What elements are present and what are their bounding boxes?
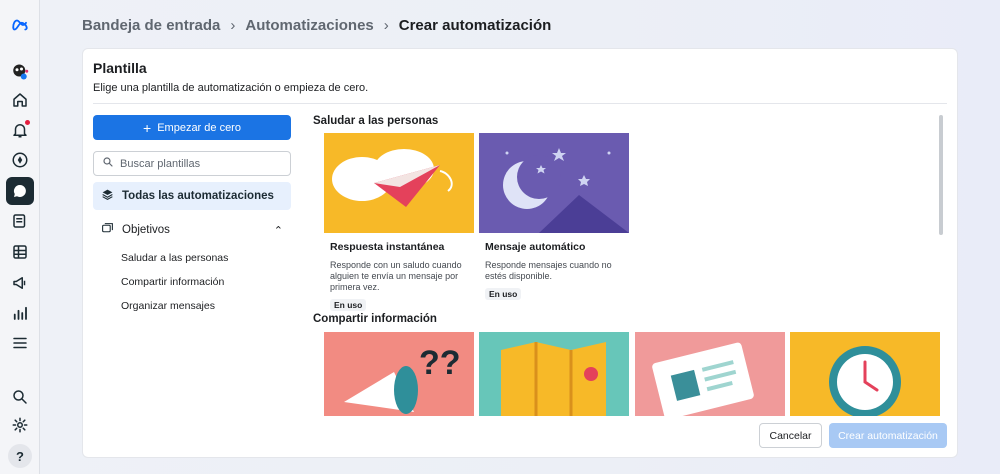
breadcrumb-current: Crear automatización bbox=[398, 16, 552, 34]
compass-icon[interactable] bbox=[8, 148, 32, 172]
template-share-info-4[interactable] bbox=[790, 332, 940, 416]
chevron-up-icon: ⌃ bbox=[273, 224, 283, 237]
section-title-share-info: Compartir información bbox=[313, 313, 437, 325]
help-icon[interactable]: ? bbox=[8, 444, 32, 468]
template-auto-message[interactable]: Mensaje automático Responde mensajes cua… bbox=[479, 133, 629, 302]
posts-icon[interactable] bbox=[8, 209, 32, 233]
template-name: Mensaje automático bbox=[485, 241, 586, 253]
menu-icon[interactable] bbox=[8, 331, 32, 355]
template-share-info-1[interactable]: ?? bbox=[324, 332, 474, 416]
breadcrumb: Bandeja de entrada › Automatizaciones › … bbox=[82, 14, 551, 36]
home-icon[interactable] bbox=[8, 88, 32, 112]
page-title: Plantilla bbox=[93, 60, 147, 76]
scrollbar[interactable] bbox=[939, 115, 943, 235]
start-from-scratch-label: Empezar de cero bbox=[157, 121, 241, 134]
page-subtitle: Elige una plantilla de automatización o … bbox=[93, 82, 369, 94]
search-icon bbox=[102, 155, 114, 173]
template-instant-reply[interactable]: Respuesta instantánea Responde con un sa… bbox=[324, 133, 474, 313]
sidebar-item-greet[interactable]: Saludar a las personas bbox=[121, 252, 228, 264]
create-automation-button[interactable]: Crear automatización bbox=[829, 423, 947, 448]
template-description: Responde mensajes cuando no estés dispon… bbox=[485, 260, 612, 281]
svg-text:??: ?? bbox=[419, 344, 461, 382]
notification-dot bbox=[25, 120, 30, 125]
notifications-icon[interactable] bbox=[8, 118, 32, 142]
breadcrumb-automations[interactable]: Automatizaciones bbox=[245, 17, 373, 34]
template-card: Plantilla Elige una plantilla de automat… bbox=[82, 48, 958, 458]
id-card-icon bbox=[635, 332, 785, 416]
breadcrumb-inbox[interactable]: Bandeja de entrada bbox=[82, 17, 220, 34]
cancel-button[interactable]: Cancelar bbox=[759, 423, 822, 448]
search-input[interactable] bbox=[120, 157, 280, 170]
clock-icon bbox=[790, 332, 940, 416]
section-title-greet: Saludar a las personas bbox=[313, 115, 439, 127]
in-use-badge: En uso bbox=[330, 299, 367, 311]
instant-reply-illustration bbox=[324, 133, 474, 233]
plus-icon: + bbox=[143, 119, 152, 136]
table-icon[interactable] bbox=[8, 240, 32, 264]
meta-logo-icon[interactable] bbox=[8, 13, 32, 37]
auto-message-illustration bbox=[479, 133, 629, 233]
divider bbox=[93, 103, 947, 104]
sidebar-item-organize[interactable]: Organizar mensajes bbox=[121, 300, 215, 312]
left-nav-rail: ? bbox=[0, 0, 40, 474]
sidebar-item-share-info[interactable]: Compartir información bbox=[121, 276, 224, 288]
map-icon bbox=[479, 332, 629, 416]
start-from-scratch-button[interactable]: + Empezar de cero bbox=[93, 115, 291, 140]
sidebar-item-all-automations[interactable]: Todas las automatizaciones bbox=[93, 182, 291, 210]
objectives-label: Objetivos bbox=[122, 224, 170, 236]
all-automations-label: Todas las automatizaciones bbox=[122, 190, 274, 202]
insights-chart-icon[interactable] bbox=[8, 301, 32, 325]
objectives-group-toggle[interactable]: Objetivos ⌃ bbox=[101, 221, 283, 239]
settings-gear-icon[interactable] bbox=[8, 413, 32, 437]
inbox-chat-icon[interactable] bbox=[6, 177, 34, 205]
template-description: Responde con un saludo cuando alguien te… bbox=[330, 260, 462, 292]
template-share-info-3[interactable] bbox=[635, 332, 785, 416]
chevron-right-icon: › bbox=[383, 16, 389, 34]
template-share-info-2[interactable] bbox=[479, 332, 629, 416]
megaphone-icon: ?? bbox=[324, 332, 474, 416]
page-avatar[interactable] bbox=[8, 60, 32, 84]
search-icon[interactable] bbox=[8, 385, 32, 409]
template-search[interactable] bbox=[93, 151, 291, 176]
objectives-icon bbox=[101, 222, 114, 238]
layers-icon bbox=[101, 188, 114, 204]
in-use-badge: En uso bbox=[485, 288, 522, 300]
chevron-right-icon: › bbox=[230, 16, 236, 34]
megaphone-ads-icon[interactable] bbox=[8, 271, 32, 295]
template-name: Respuesta instantánea bbox=[330, 241, 445, 253]
